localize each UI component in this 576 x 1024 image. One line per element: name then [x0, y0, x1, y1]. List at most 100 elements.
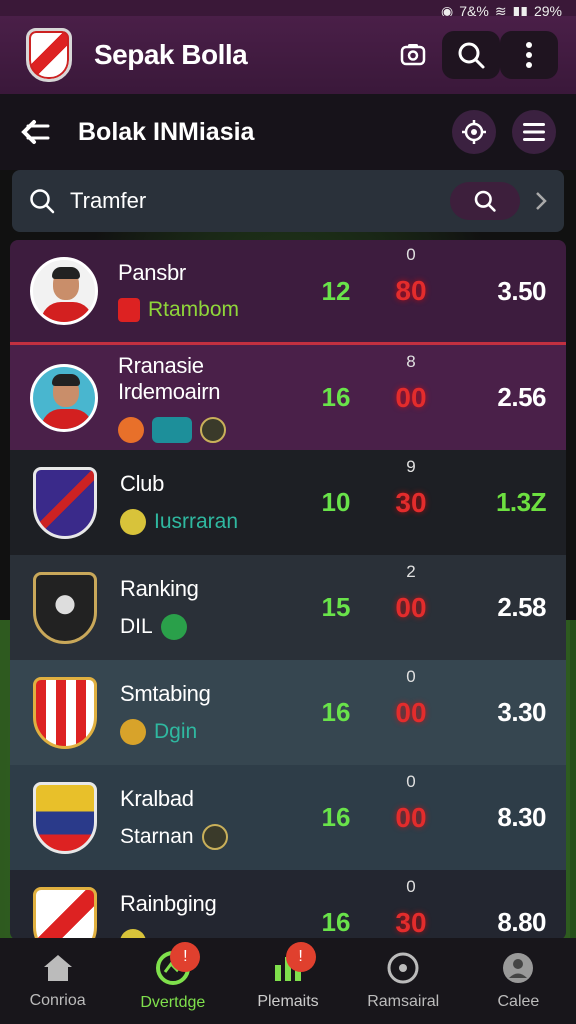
- app-logo: [26, 28, 72, 82]
- item-name: Pansbr: [118, 260, 186, 285]
- club-crest: [30, 571, 100, 644]
- nav-label: Plemaits: [257, 993, 319, 1010]
- item-score: 00: [395, 696, 427, 728]
- search-input[interactable]: [70, 188, 450, 214]
- item-name: Smtabing: [120, 680, 211, 706]
- item-top: 0: [406, 771, 416, 791]
- item-score: 30: [395, 906, 427, 938]
- item-top: 9: [406, 456, 416, 476]
- item-subtext: Rtambom: [148, 298, 240, 321]
- menu-icon: [523, 123, 545, 141]
- item-stat: 12: [321, 275, 351, 306]
- item-score: 30: [395, 486, 427, 518]
- trophy-icon: [200, 416, 226, 443]
- back-icon[interactable]: [20, 118, 52, 146]
- item-stat: 10: [321, 487, 351, 517]
- location-button[interactable]: [452, 110, 496, 154]
- search-submit-button[interactable]: [450, 182, 520, 220]
- club-icon: [118, 298, 140, 322]
- item-subtext: Iusrraran: [154, 509, 239, 533]
- search-bar: [12, 170, 564, 232]
- list-item[interactable]: Ranking DIL 15 2 00 2.58: [10, 555, 566, 660]
- search-button[interactable]: [442, 31, 500, 79]
- list-item[interactable]: Smtabing Dgin 16 0 00 3.30: [10, 660, 566, 765]
- nav-item-dvertdge[interactable]: Dvertdge !: [115, 938, 230, 1024]
- home-icon: [43, 955, 72, 981]
- chevron-right-icon[interactable]: [534, 190, 548, 212]
- bottom-nav: Conrioa Dvertdge ! Plemaits ! Ramsairal …: [0, 938, 576, 1024]
- item-score: 00: [395, 381, 427, 413]
- badge-icon: [120, 508, 146, 535]
- item-name: Ranking: [120, 575, 199, 601]
- item-stat: 16: [321, 697, 351, 727]
- badge-icon: [118, 416, 144, 443]
- nav-item-calee[interactable]: Calee: [461, 938, 576, 1024]
- item-name: Kralbad: [120, 785, 194, 811]
- item-score: 00: [395, 591, 427, 623]
- camera-button[interactable]: [384, 31, 442, 79]
- list-item[interactable]: Kralbad Starnan 16 0 00 8.30: [10, 765, 566, 870]
- nav-label: Conrioa: [29, 992, 86, 1009]
- item-odd: 2.58: [497, 592, 546, 622]
- nav-item-home[interactable]: Conrioa: [0, 938, 115, 1024]
- item-subtext: Dgin: [154, 719, 198, 743]
- item-odd: 3.30: [497, 697, 546, 727]
- item-top: 0: [406, 245, 416, 264]
- item-top: 0: [406, 876, 416, 896]
- notification-badge: !: [170, 942, 201, 972]
- player-avatar: [30, 363, 98, 432]
- item-odd: 2.56: [497, 382, 546, 412]
- item-name: Rainbging: [120, 890, 217, 916]
- nav-label: Dvertdge: [140, 994, 206, 1011]
- item-odd: 8.30: [497, 802, 546, 832]
- item-stat: 16: [321, 802, 351, 832]
- item-stat: 15: [321, 592, 351, 622]
- search-icon: [30, 189, 55, 214]
- notification-badge: !: [285, 942, 316, 972]
- club-crest: [30, 886, 100, 940]
- item-name: Rranasie Irdemoairn: [118, 352, 221, 404]
- app-title: Sepak Bolla: [94, 39, 248, 70]
- app-bar: Sepak Bolla: [0, 16, 576, 94]
- item-top: 0: [406, 666, 416, 686]
- item-score: 80: [395, 275, 427, 306]
- item-odd: 1.3Z: [495, 487, 547, 517]
- trophy-icon: [201, 823, 228, 850]
- player-avatar: [30, 257, 98, 325]
- item-top: 2: [406, 561, 416, 581]
- nav-item-plemaits[interactable]: Plemaits !: [230, 938, 345, 1024]
- item-odd: 3.50: [497, 275, 546, 306]
- more-button[interactable]: [500, 31, 558, 79]
- ball-outline-icon: [387, 952, 419, 984]
- user-icon: [503, 953, 534, 983]
- nav-item-ramsairal[interactable]: Ramsairal: [346, 938, 461, 1024]
- item-odd: 8.80: [497, 907, 546, 937]
- search-icon: [458, 42, 485, 69]
- item-top: 8: [406, 351, 416, 371]
- search-icon: [474, 190, 496, 212]
- list-item[interactable]: Rranasie Irdemoairn 16 8 00 2.56: [10, 345, 566, 450]
- item-subtext: DIL: [120, 614, 153, 638]
- sub-header: Bolak INMiasia: [0, 94, 576, 170]
- menu-button[interactable]: [512, 110, 556, 154]
- nav-label: Ramsairal: [367, 993, 440, 1010]
- item-subtext: Starnan: [120, 824, 194, 848]
- list-item[interactable]: Rainbging 16 0 30 8.80: [10, 870, 566, 940]
- list-item[interactable]: Club Iusrraran 10 9 30 1.3Z: [10, 450, 566, 555]
- nav-label: Calee: [497, 993, 540, 1010]
- club-crest: [30, 781, 100, 854]
- badge-icon: [120, 718, 146, 745]
- camera-icon: [400, 44, 426, 66]
- club-crest: [30, 466, 100, 539]
- club-crest: [30, 676, 100, 749]
- list-item[interactable]: Pansbr Rtambom 12 0 80 3.50: [10, 240, 566, 345]
- match-list: Pansbr Rtambom 12 0 80 3.50 Rranasie Irde…: [10, 240, 566, 940]
- item-score: 00: [395, 801, 427, 833]
- section-title: Bolak INMiasia: [78, 117, 255, 146]
- item-name: Club: [120, 470, 165, 496]
- item-stat: 16: [321, 382, 351, 412]
- club-crest-icon: [152, 416, 192, 443]
- globe-icon: [160, 613, 187, 640]
- more-vertical-icon: [526, 42, 532, 68]
- item-stat: 16: [321, 907, 351, 937]
